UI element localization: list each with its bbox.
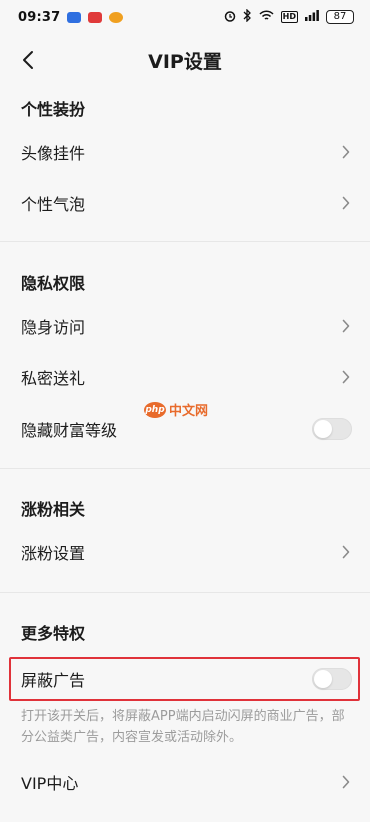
row-label: 头像挂件 [21, 144, 86, 163]
chevron-right-icon [342, 774, 352, 790]
row-chat-bubble[interactable]: 个性气泡 [0, 179, 370, 227]
nav-bar: VIP设置 [0, 36, 370, 86]
hide-wealth-toggle[interactable] [312, 418, 352, 440]
battery-indicator: 87 [326, 10, 354, 24]
row-label: 私密送礼 [21, 369, 86, 388]
section-header-personal: 个性装扮 [21, 100, 86, 119]
section-divider [0, 241, 370, 242]
message-notification-icon [88, 11, 103, 23]
page-title: VIP设置 [148, 51, 222, 73]
chevron-right-icon [342, 144, 352, 160]
watermark-text: 中文网 [169, 404, 209, 419]
status-right: HD 87 [224, 8, 354, 25]
wifi-icon [259, 10, 274, 24]
ad-block-description: 打开该开关后，将屏蔽APP端内启动闪屏的商业广告，部分公益类广告，内容宣发或活动… [21, 709, 345, 745]
section-header-privacy: 隐私权限 [21, 274, 86, 293]
hd-label: HD [280, 11, 298, 23]
chevron-right-icon [342, 318, 352, 334]
row-stealth-visit[interactable]: 隐身访问 [0, 302, 370, 350]
highlight-box [9, 657, 360, 701]
chevron-right-icon [342, 369, 352, 385]
toggle-knob [314, 420, 332, 438]
status-time: 09:37 [18, 9, 61, 25]
row-label: 个性气泡 [21, 195, 86, 214]
row-fans-settings[interactable]: 涨粉设置 [0, 528, 370, 576]
weibo-notification-icon [109, 11, 124, 23]
row-avatar-pendant[interactable]: 头像挂件 [0, 128, 370, 176]
row-label: 隐藏财富等级 [21, 421, 118, 440]
section-divider [0, 592, 370, 593]
row-label: VIP中心 [21, 774, 79, 793]
status-bar: 09:37 HD 87 [0, 0, 370, 34]
section-header-more: 更多特权 [21, 624, 86, 643]
signal-icon [305, 10, 319, 24]
bluetooth-icon [243, 8, 252, 25]
row-vip-center[interactable]: VIP中心 [0, 758, 370, 806]
section-header-fans: 涨粉相关 [21, 500, 86, 519]
watermark-logo: php [144, 401, 166, 418]
row-label: 隐身访问 [21, 318, 86, 337]
chevron-right-icon [342, 195, 352, 211]
row-private-gift[interactable]: 私密送礼 [0, 353, 370, 401]
app-notification-icon [67, 11, 82, 23]
status-left: 09:37 [18, 9, 124, 25]
chevron-right-icon [342, 544, 352, 560]
row-label: 涨粉设置 [21, 544, 86, 563]
watermark: php 中文网 [144, 400, 208, 419]
alarm-icon [224, 10, 236, 25]
section-divider [0, 468, 370, 469]
